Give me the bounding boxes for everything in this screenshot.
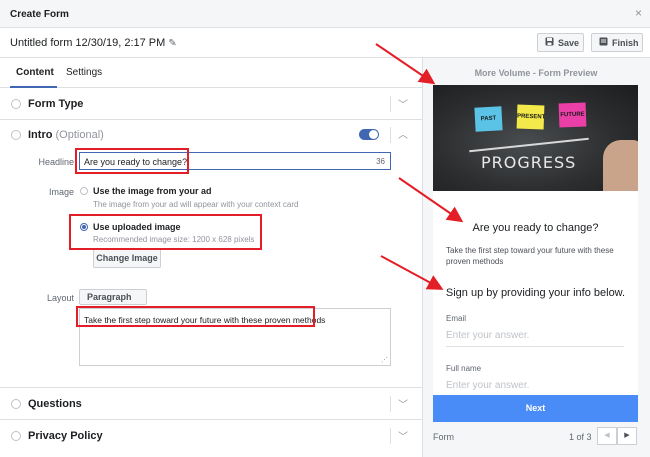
preview-field-name-label: Full name [446, 364, 482, 373]
headline-label: Headline [38, 157, 74, 167]
annotation-box-image [69, 214, 262, 250]
close-icon[interactable]: × [635, 6, 642, 20]
chevron-up-icon[interactable]: ︿ [398, 126, 408, 141]
questions-radio[interactable] [11, 399, 21, 409]
annotation-box-headline [75, 148, 189, 174]
intro-title: Intro (Optional) [28, 129, 104, 141]
save-button[interactable]: Save [537, 33, 584, 52]
toggle-knob [369, 130, 378, 139]
preview-title: More Volume - Form Preview [474, 68, 598, 78]
preview-field-email-label: Email [446, 314, 467, 323]
preview-headline: Are you ready to change? [472, 222, 599, 234]
chalk-word: PROGRESS [481, 153, 577, 172]
image-label: Image [48, 187, 74, 197]
divider [390, 127, 391, 143]
preview-field-email-input[interactable]: Enter your answer. [446, 330, 529, 341]
next-page-icon[interactable]: ▶ [617, 427, 637, 445]
finish-label: Finish [612, 37, 639, 48]
preview-hero-image: PAST PRESENT FUTURE PROGRESS [433, 85, 638, 191]
editor-tabs: Content Settings [0, 58, 422, 88]
next-button[interactable]: Next [433, 395, 638, 422]
page-indicator: 1 of 3 [569, 432, 592, 442]
dialog-title: Create Form [10, 9, 69, 20]
image-from-ad-radio[interactable] [80, 187, 88, 195]
change-image-button[interactable]: Change Image [93, 249, 161, 268]
privacy-title: Privacy Policy [28, 430, 103, 442]
finish-icon [599, 37, 608, 48]
field-underline [446, 346, 624, 347]
preview-description: Take the first step toward your future w… [446, 246, 614, 266]
preview-field-name-input[interactable]: Enter your answer. [446, 380, 529, 391]
section-privacy-policy[interactable]: Privacy Policy ﹀ [0, 420, 422, 452]
prev-page-icon[interactable]: ◀ [597, 427, 617, 445]
section-form-type[interactable]: Form Type ﹀ [0, 88, 422, 120]
preview-panel: More Volume - Form Preview PAST PRESENT … [422, 58, 650, 457]
sticky-note-past: PAST [474, 106, 503, 132]
preview-footer-label: Form [433, 432, 454, 442]
image-from-ad-title[interactable]: Use the image from your ad [93, 186, 212, 196]
divider [390, 428, 391, 444]
section-questions[interactable]: Questions ﹀ [0, 388, 422, 420]
intro-radio[interactable] [11, 130, 21, 140]
editor-panel: Content Settings Form Type ﹀ Intro (Opti… [0, 58, 422, 457]
form-header: Untitled form 12/30/19, 2:17 PM ✎ Save Fi… [0, 28, 650, 58]
intro-optional: (Optional) [55, 129, 104, 141]
pencil-icon[interactable]: ✎ [168, 38, 176, 49]
tab-settings[interactable]: Settings [66, 67, 102, 78]
chalk-arrow [469, 137, 589, 153]
sticky-note-present: PRESENT [516, 104, 545, 130]
hand-illustration [603, 140, 638, 191]
sticky-note-future: FUTURE [558, 102, 587, 128]
chevron-down-icon[interactable]: ﹀ [398, 428, 408, 443]
resize-grip-icon[interactable]: ⋰ [381, 356, 388, 364]
preview-phone: PAST PRESENT FUTURE PROGRESS Are you rea… [433, 85, 638, 395]
dialog-titlebar: Create Form × [0, 0, 650, 28]
intro-toggle[interactable] [359, 129, 379, 140]
image-from-ad-sub: The image from your ad will appear with … [93, 200, 299, 209]
save-label: Save [558, 37, 580, 48]
annotation-box-description [76, 306, 315, 327]
divider [390, 96, 391, 112]
chevron-down-icon[interactable]: ﹀ [398, 96, 408, 111]
tab-content[interactable]: Content [16, 67, 54, 78]
layout-value: Paragraph [87, 292, 132, 302]
privacy-radio[interactable] [11, 431, 21, 441]
layout-label: Layout [46, 293, 74, 303]
chevron-down-icon[interactable]: ﹀ [398, 396, 408, 411]
preview-signup-text: Sign up by providing your info below. [445, 287, 626, 299]
form-type-title: Form Type [28, 98, 84, 110]
questions-title: Questions [28, 398, 82, 410]
divider [390, 396, 391, 412]
headline-char-count: 36 [376, 157, 385, 166]
intro-title-text: Intro [28, 129, 53, 141]
form-name[interactable]: Untitled form 12/30/19, 2:17 PM ✎ [10, 37, 177, 49]
form-name-text: Untitled form 12/30/19, 2:17 PM [10, 37, 166, 49]
form-type-radio[interactable] [11, 99, 21, 109]
save-icon [545, 37, 554, 48]
finish-button[interactable]: Finish [591, 33, 643, 52]
layout-dropdown[interactable]: Paragraph ▼ [79, 289, 147, 316]
